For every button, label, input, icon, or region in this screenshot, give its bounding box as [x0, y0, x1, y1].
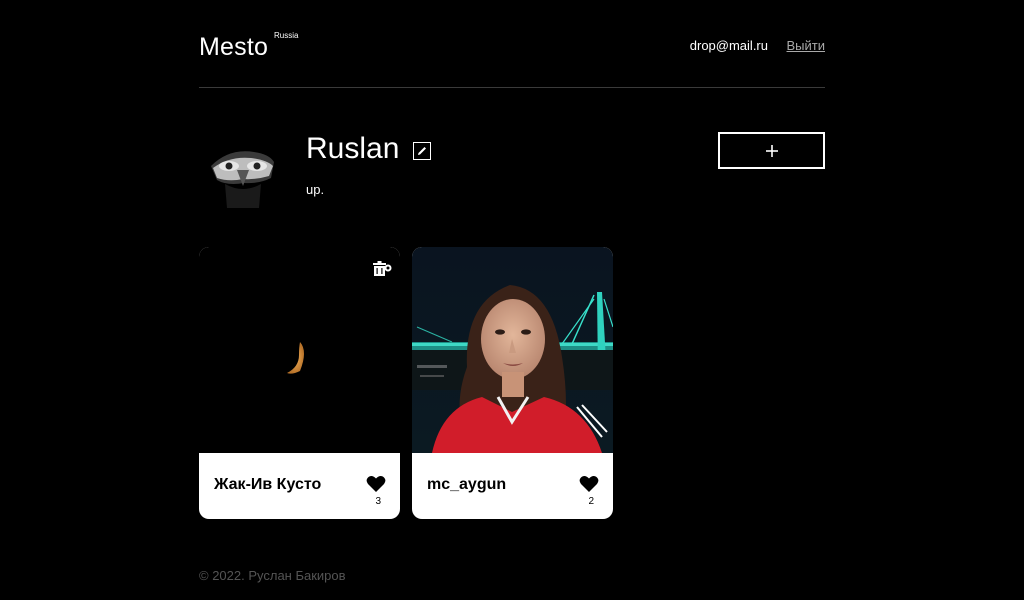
like-button[interactable] [366, 475, 386, 493]
footer-copyright: © 2022. Руслан Бакиров [199, 568, 346, 583]
avatar[interactable] [199, 128, 284, 213]
header: Mesto Russia drop@mail.ru Выйти [199, 28, 825, 88]
avatar-image [199, 128, 284, 213]
card-title: Жак-Ив Кусто [214, 476, 322, 493]
card-image-art [199, 247, 400, 453]
pencil-icon [418, 147, 426, 155]
heart-icon [579, 476, 599, 492]
logo-subtitle: Russia [274, 31, 299, 40]
card-body: Жак-Ив Кусто 3 [199, 453, 400, 519]
heart-icon [366, 476, 386, 492]
logo[interactable]: Mesto [199, 33, 268, 62]
card: mc_aygun 2 [412, 247, 613, 519]
logout-link[interactable]: Выйти [787, 38, 826, 53]
like-count: 2 [588, 496, 594, 507]
plus-icon [765, 144, 778, 157]
profile-name: Ruslan [306, 132, 400, 165]
edit-profile-button[interactable] [413, 142, 431, 160]
like-count: 3 [375, 496, 381, 507]
card-image[interactable] [199, 247, 400, 453]
profile-about: up. [306, 182, 325, 197]
card-image[interactable] [412, 247, 613, 453]
delete-card-button[interactable] [372, 261, 392, 277]
cards-grid: Жак-Ив Кусто 3 mc_aygun 2 [199, 247, 613, 519]
card-title: mc_aygun [427, 476, 507, 493]
trash-icon [373, 261, 392, 276]
like-button[interactable] [579, 475, 599, 493]
profile: Ruslan up. [199, 124, 825, 214]
user-email: drop@mail.ru [689, 38, 768, 53]
card-body: mc_aygun 2 [412, 453, 613, 519]
card-image-art [412, 247, 613, 453]
card: Жак-Ив Кусто 3 [199, 247, 400, 519]
add-card-button[interactable] [718, 132, 825, 169]
